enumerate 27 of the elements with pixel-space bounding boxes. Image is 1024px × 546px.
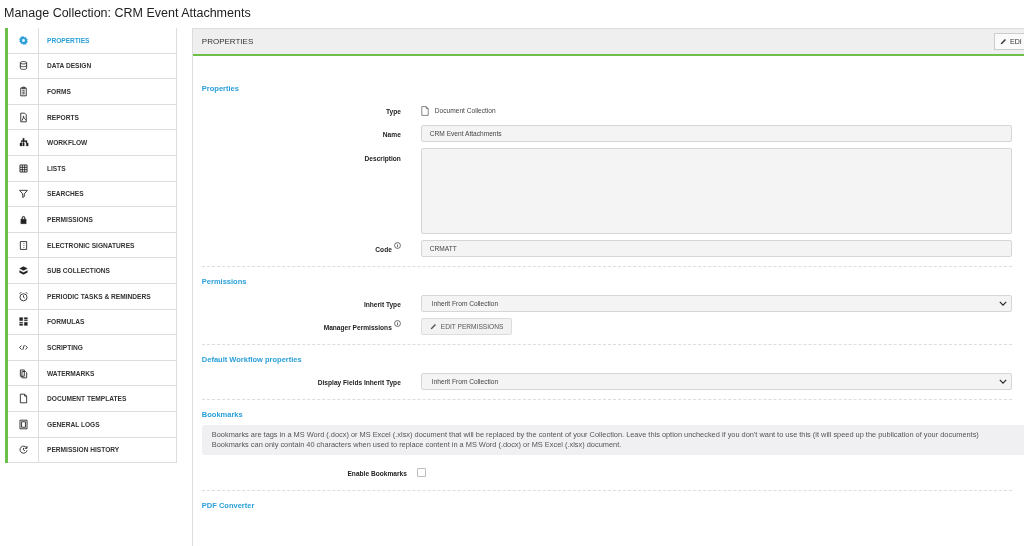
document-icon xyxy=(420,105,429,116)
panel-title: PROPERTIES xyxy=(200,37,254,46)
filter-icon xyxy=(17,188,29,200)
document-icon xyxy=(17,393,29,405)
pencil-icon xyxy=(1000,38,1007,45)
pdf-file-icon xyxy=(17,111,29,123)
hierarchy-icon xyxy=(17,137,29,149)
chevron-icon xyxy=(999,301,1007,306)
checkbox[interactable] xyxy=(416,468,426,477)
alarm-clock-icon xyxy=(17,290,29,302)
gear-icon xyxy=(17,34,29,46)
layers-icon xyxy=(17,265,29,277)
copy-icon xyxy=(17,367,29,379)
grid-icon xyxy=(17,162,29,174)
pencil-icon xyxy=(429,323,437,330)
log-book-icon xyxy=(17,418,29,430)
signature-icon xyxy=(17,239,29,251)
chevron-icon xyxy=(999,379,1007,384)
clipboard-icon xyxy=(17,86,29,97)
info-icon xyxy=(393,320,401,327)
textarea-field[interactable] xyxy=(420,148,1012,234)
blocks-icon xyxy=(17,316,29,328)
history-icon xyxy=(17,444,29,456)
info-icon xyxy=(393,242,401,249)
database-icon xyxy=(17,60,29,72)
lock-icon xyxy=(17,213,29,225)
page-title: Manage Collection: CRM Event Attachments xyxy=(3,5,252,22)
